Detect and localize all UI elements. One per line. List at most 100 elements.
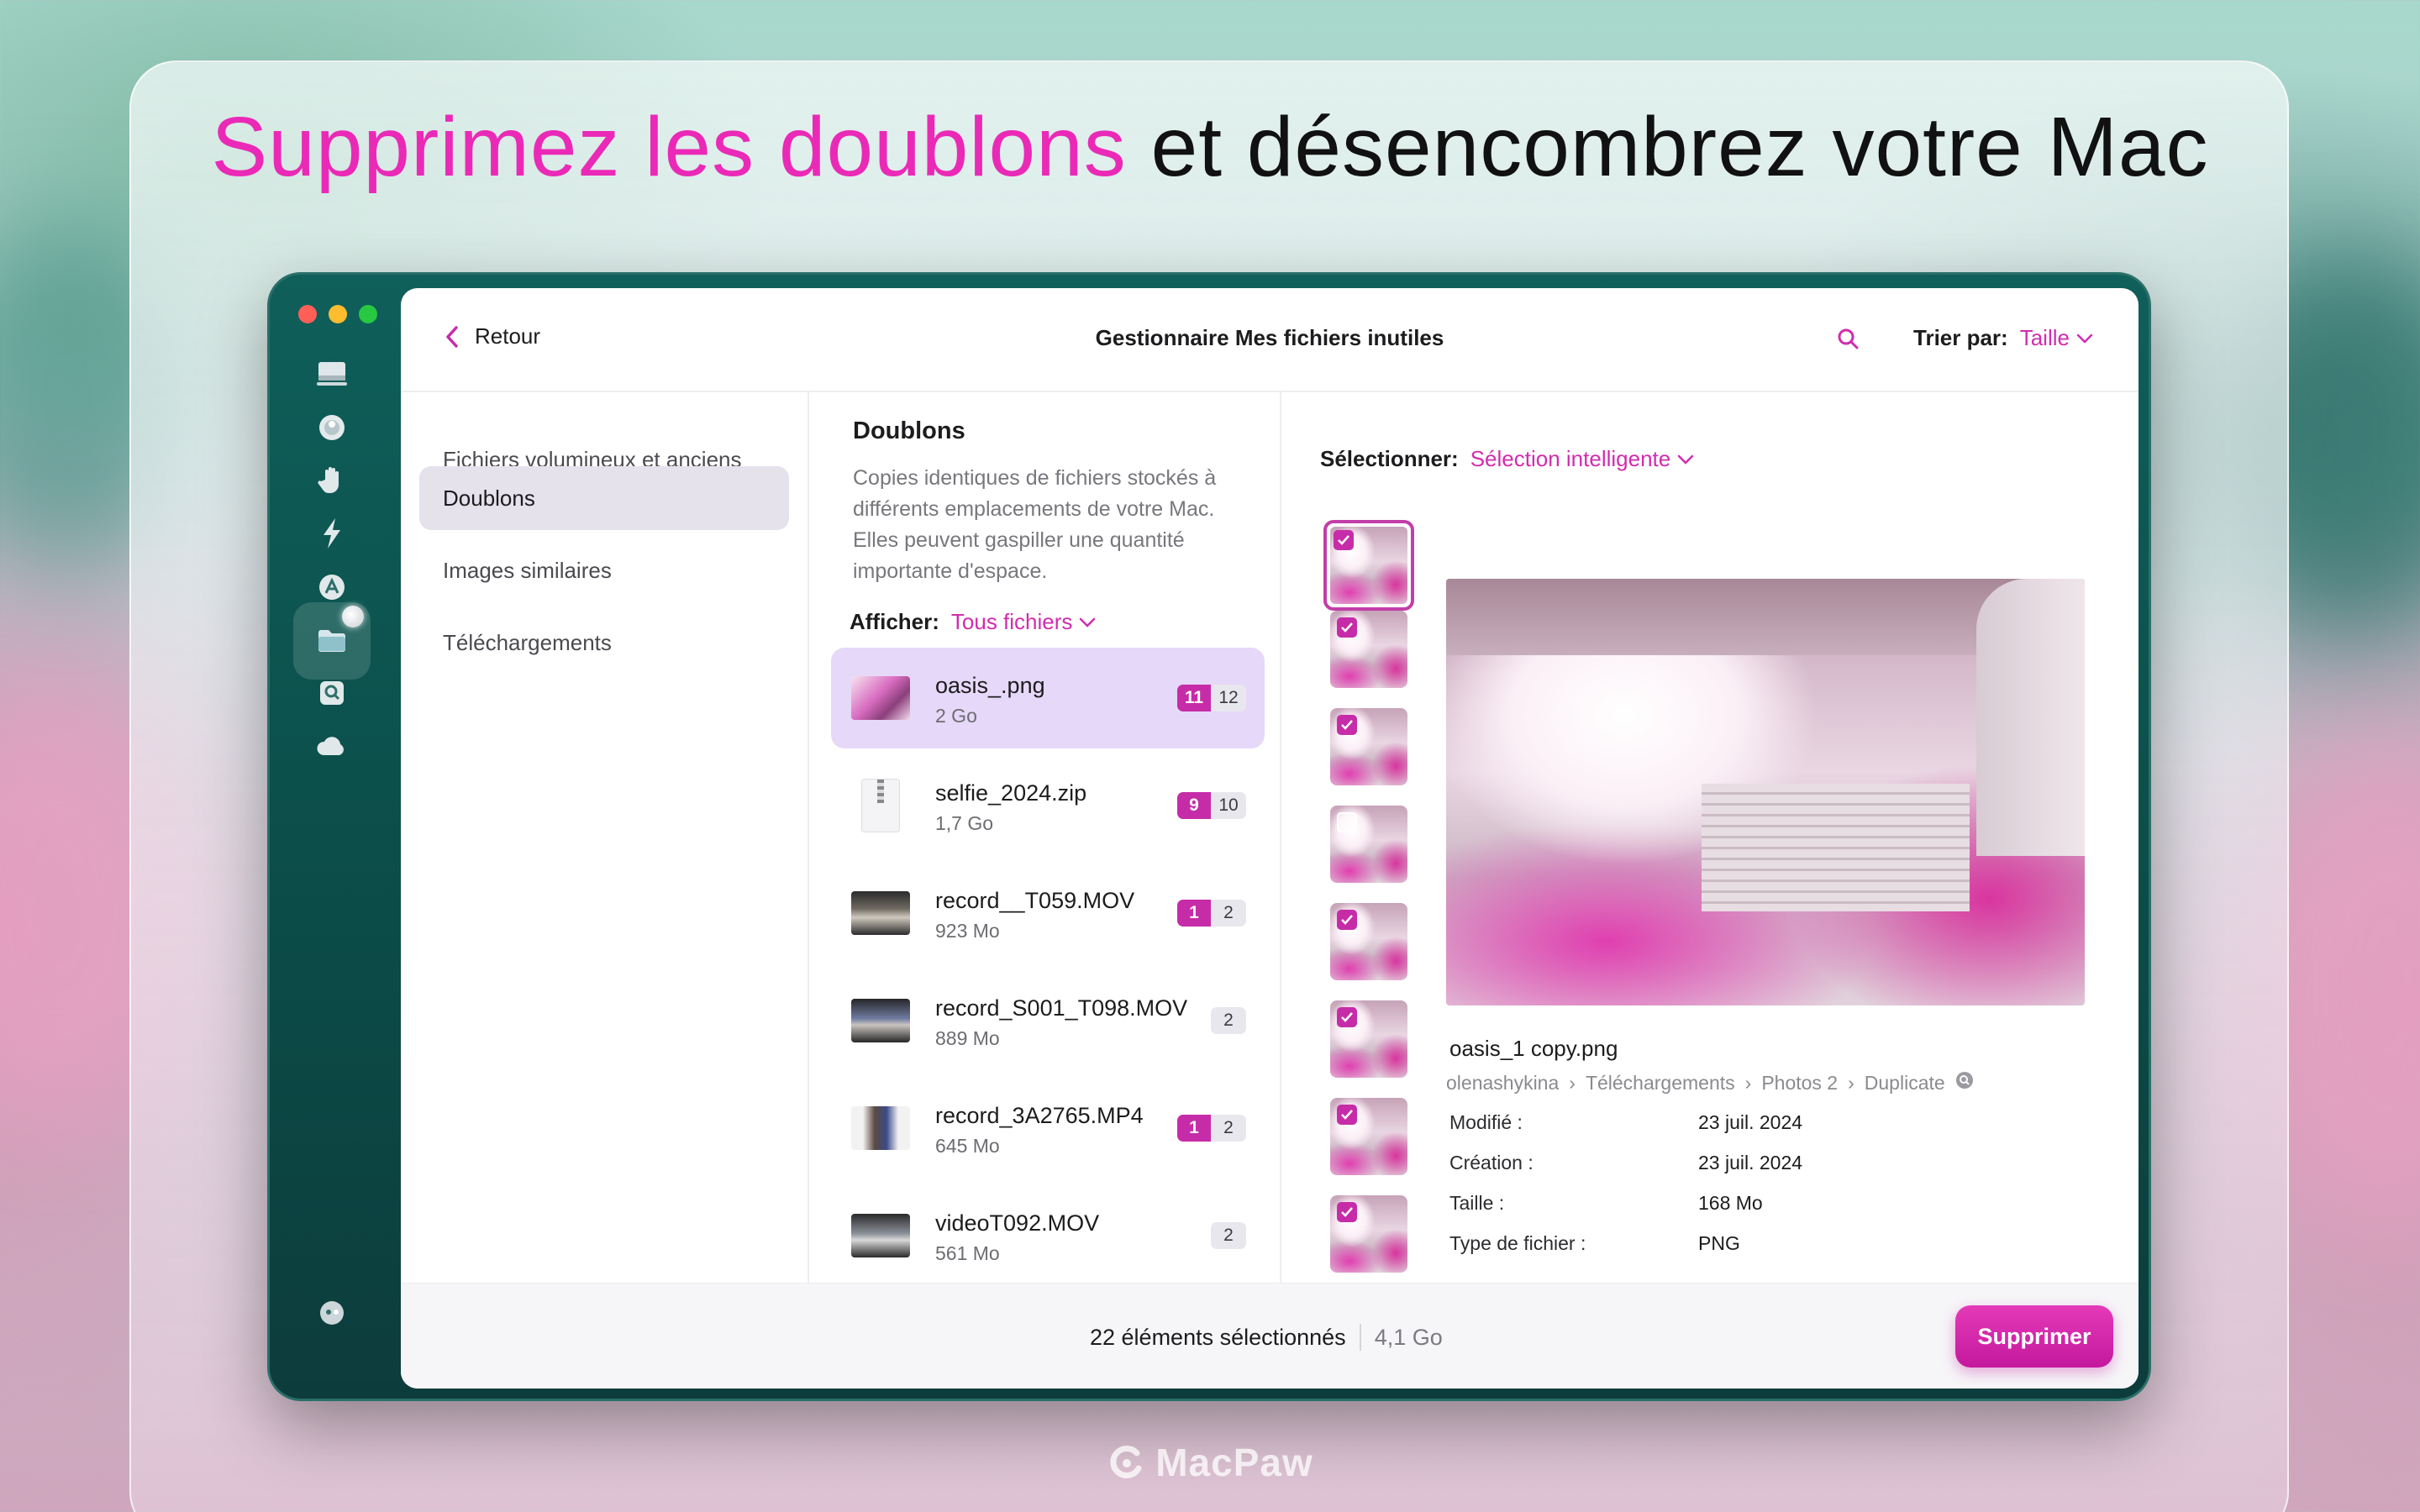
brand-text: MacPaw: [1155, 1441, 1313, 1484]
checkbox[interactable]: [1337, 1007, 1357, 1027]
section-description: Copies identiques de fichiers stockés à …: [853, 466, 1217, 583]
select-value: Sélection intelligente: [1470, 446, 1671, 471]
file-row-selfie[interactable]: selfie_2024.zip 1,7 Go 9 10: [831, 755, 1265, 856]
path-segment[interactable]: Téléchargements: [1586, 1072, 1735, 1095]
assistant-icon[interactable]: [310, 1291, 354, 1335]
window-controls: [298, 305, 377, 323]
checkbox[interactable]: [1337, 1105, 1357, 1125]
file-row-record-s001[interactable]: record_S001_T098.MOV 889 Mo 2: [831, 970, 1265, 1071]
duplicate-thumbnail[interactable]: [1323, 520, 1414, 611]
category-duplicates[interactable]: Doublons: [419, 466, 789, 530]
main-content: Retour Gestionnaire Mes fichiers inutile…: [401, 288, 2139, 1389]
file-size: 1,7 Go: [935, 812, 994, 834]
chevron-right-icon: ›: [1848, 1071, 1854, 1094]
headline: Supprimez les doublons et désencombrez v…: [0, 99, 2420, 196]
detail-panel: Sélectionner: Sélection intelligente oas…: [1283, 392, 2139, 1283]
duplicate-thumbnail[interactable]: [1330, 611, 1407, 688]
file-name: oasis_.png: [935, 673, 1045, 698]
checkbox[interactable]: [1334, 530, 1354, 550]
reveal-in-finder-icon[interactable]: [1955, 1071, 1974, 1095]
duplicate-thumbnail[interactable]: [1330, 708, 1407, 785]
property-value: 168 Mo: [1698, 1192, 1763, 1214]
filter-dropdown[interactable]: Tous fichiers: [951, 609, 1097, 635]
checkbox[interactable]: [1337, 1202, 1357, 1222]
file-size: 645 Mo: [935, 1135, 1000, 1157]
checkbox[interactable]: [1337, 910, 1357, 930]
checkbox[interactable]: [1337, 812, 1357, 832]
total-copies-count: 2: [1211, 900, 1246, 927]
desktop-icon[interactable]: [310, 352, 354, 396]
checkbox[interactable]: [1337, 617, 1357, 638]
chevron-down-icon: [2076, 333, 2093, 344]
search-button[interactable]: [1831, 322, 1865, 355]
section-title: Doublons: [853, 417, 965, 444]
file-thumbnail: [851, 891, 910, 935]
toolbar: Retour Gestionnaire Mes fichiers inutile…: [401, 288, 2139, 392]
file-thumbnail: [851, 999, 910, 1042]
category-downloads[interactable]: Téléchargements: [419, 611, 789, 675]
selection-summary: 22 éléments sélectionnés 4,1 Go: [1090, 1324, 1443, 1351]
app-window: Retour Gestionnaire Mes fichiers inutile…: [267, 272, 2151, 1401]
checkbox[interactable]: [1337, 715, 1357, 735]
total-copies-count: 10: [1211, 792, 1246, 819]
selected-copies-count: 11: [1177, 685, 1211, 711]
path-segment[interactable]: Duplicate: [1865, 1072, 1945, 1095]
lightning-icon[interactable]: [310, 512, 354, 555]
minimize-window-button[interactable]: [329, 305, 347, 323]
chevron-down-icon: [1080, 617, 1096, 627]
close-window-button[interactable]: [298, 305, 317, 323]
sort-value: Taille: [2019, 325, 2070, 350]
file-name: selfie_2024.zip: [935, 780, 1087, 806]
filter-value: Tous fichiers: [950, 609, 1073, 634]
duplicate-list-panel: Doublons Copies identiques de fichiers s…: [811, 392, 1281, 1283]
file-size: 561 Mo: [935, 1242, 1000, 1264]
filter-label: Afficher:: [850, 609, 939, 634]
file-row-video-t092[interactable]: videoT092.MOV 561 Mo 2: [831, 1185, 1265, 1286]
bottom-bar: 22 éléments sélectionnés 4,1 Go Supprime…: [401, 1283, 2139, 1389]
category-similar-images[interactable]: Images similaires: [419, 538, 789, 602]
property-value: 23 juil. 2024: [1698, 1111, 1803, 1133]
image-preview: [1446, 579, 2085, 1005]
duplicate-thumbnail[interactable]: [1330, 1000, 1407, 1078]
smart-select-dropdown[interactable]: Sélection intelligente: [1470, 446, 1695, 472]
property-value: PNG: [1698, 1232, 1740, 1254]
selected-copies-count: 9: [1177, 792, 1211, 819]
property-label: Création :: [1449, 1152, 1534, 1173]
headline-accent: Supprimez les doublons: [211, 100, 1127, 194]
total-copies-count: 12: [1211, 685, 1246, 711]
shield-icon[interactable]: [310, 406, 354, 449]
copy-count-badge: 2: [1211, 1222, 1246, 1249]
duplicate-thumbnail[interactable]: [1330, 903, 1407, 980]
duplicate-thumbnail[interactable]: [1330, 806, 1407, 883]
copy-count-badge: 2: [1211, 1007, 1246, 1034]
duplicate-thumbnail[interactable]: [1330, 1195, 1407, 1273]
path-segment[interactable]: olenashykina: [1446, 1072, 1559, 1095]
chevron-right-icon: ›: [1744, 1071, 1752, 1094]
file-thumbnail: [851, 1214, 910, 1257]
sort-dropdown[interactable]: Taille: [2020, 325, 2093, 351]
hand-icon[interactable]: [310, 458, 354, 501]
selected-copies-count: 1: [1177, 900, 1211, 927]
path-segment[interactable]: Photos 2: [1761, 1072, 1838, 1095]
window-title: Gestionnaire Mes fichiers inutiles: [1095, 325, 1444, 350]
property-label: Modifié :: [1449, 1111, 1523, 1133]
duplicate-thumbnail[interactable]: [1330, 1098, 1407, 1175]
copy-count-badge: 12: [1177, 900, 1246, 927]
file-thumbnail: [851, 676, 910, 720]
file-row-record-t059[interactable]: record__T059.MOV 923 Mo 1 2: [831, 863, 1265, 963]
category-label: Images similaires: [443, 557, 612, 583]
disk-search-icon[interactable]: [310, 671, 354, 715]
divider: [1359, 1324, 1361, 1351]
category-label: Téléchargements: [443, 629, 612, 655]
cloud-icon[interactable]: [310, 725, 354, 769]
total-copies-count: 2: [1211, 1222, 1246, 1249]
select-control: Sélectionner: Sélection intelligente: [1320, 446, 1694, 472]
file-size: 923 Mo: [935, 920, 1000, 942]
chevron-down-icon: [1677, 454, 1694, 465]
sort-label: Trier par:: [1913, 325, 2008, 350]
zoom-window-button[interactable]: [359, 305, 377, 323]
file-row-record-3a2765[interactable]: record_3A2765.MP4 645 Mo 1 2: [831, 1078, 1265, 1179]
file-name: record_3A2765.MP4: [935, 1103, 1144, 1128]
delete-button[interactable]: Supprimer: [1955, 1305, 2113, 1368]
file-row-oasis[interactable]: oasis_.png 2 Go 11 12: [831, 648, 1265, 748]
